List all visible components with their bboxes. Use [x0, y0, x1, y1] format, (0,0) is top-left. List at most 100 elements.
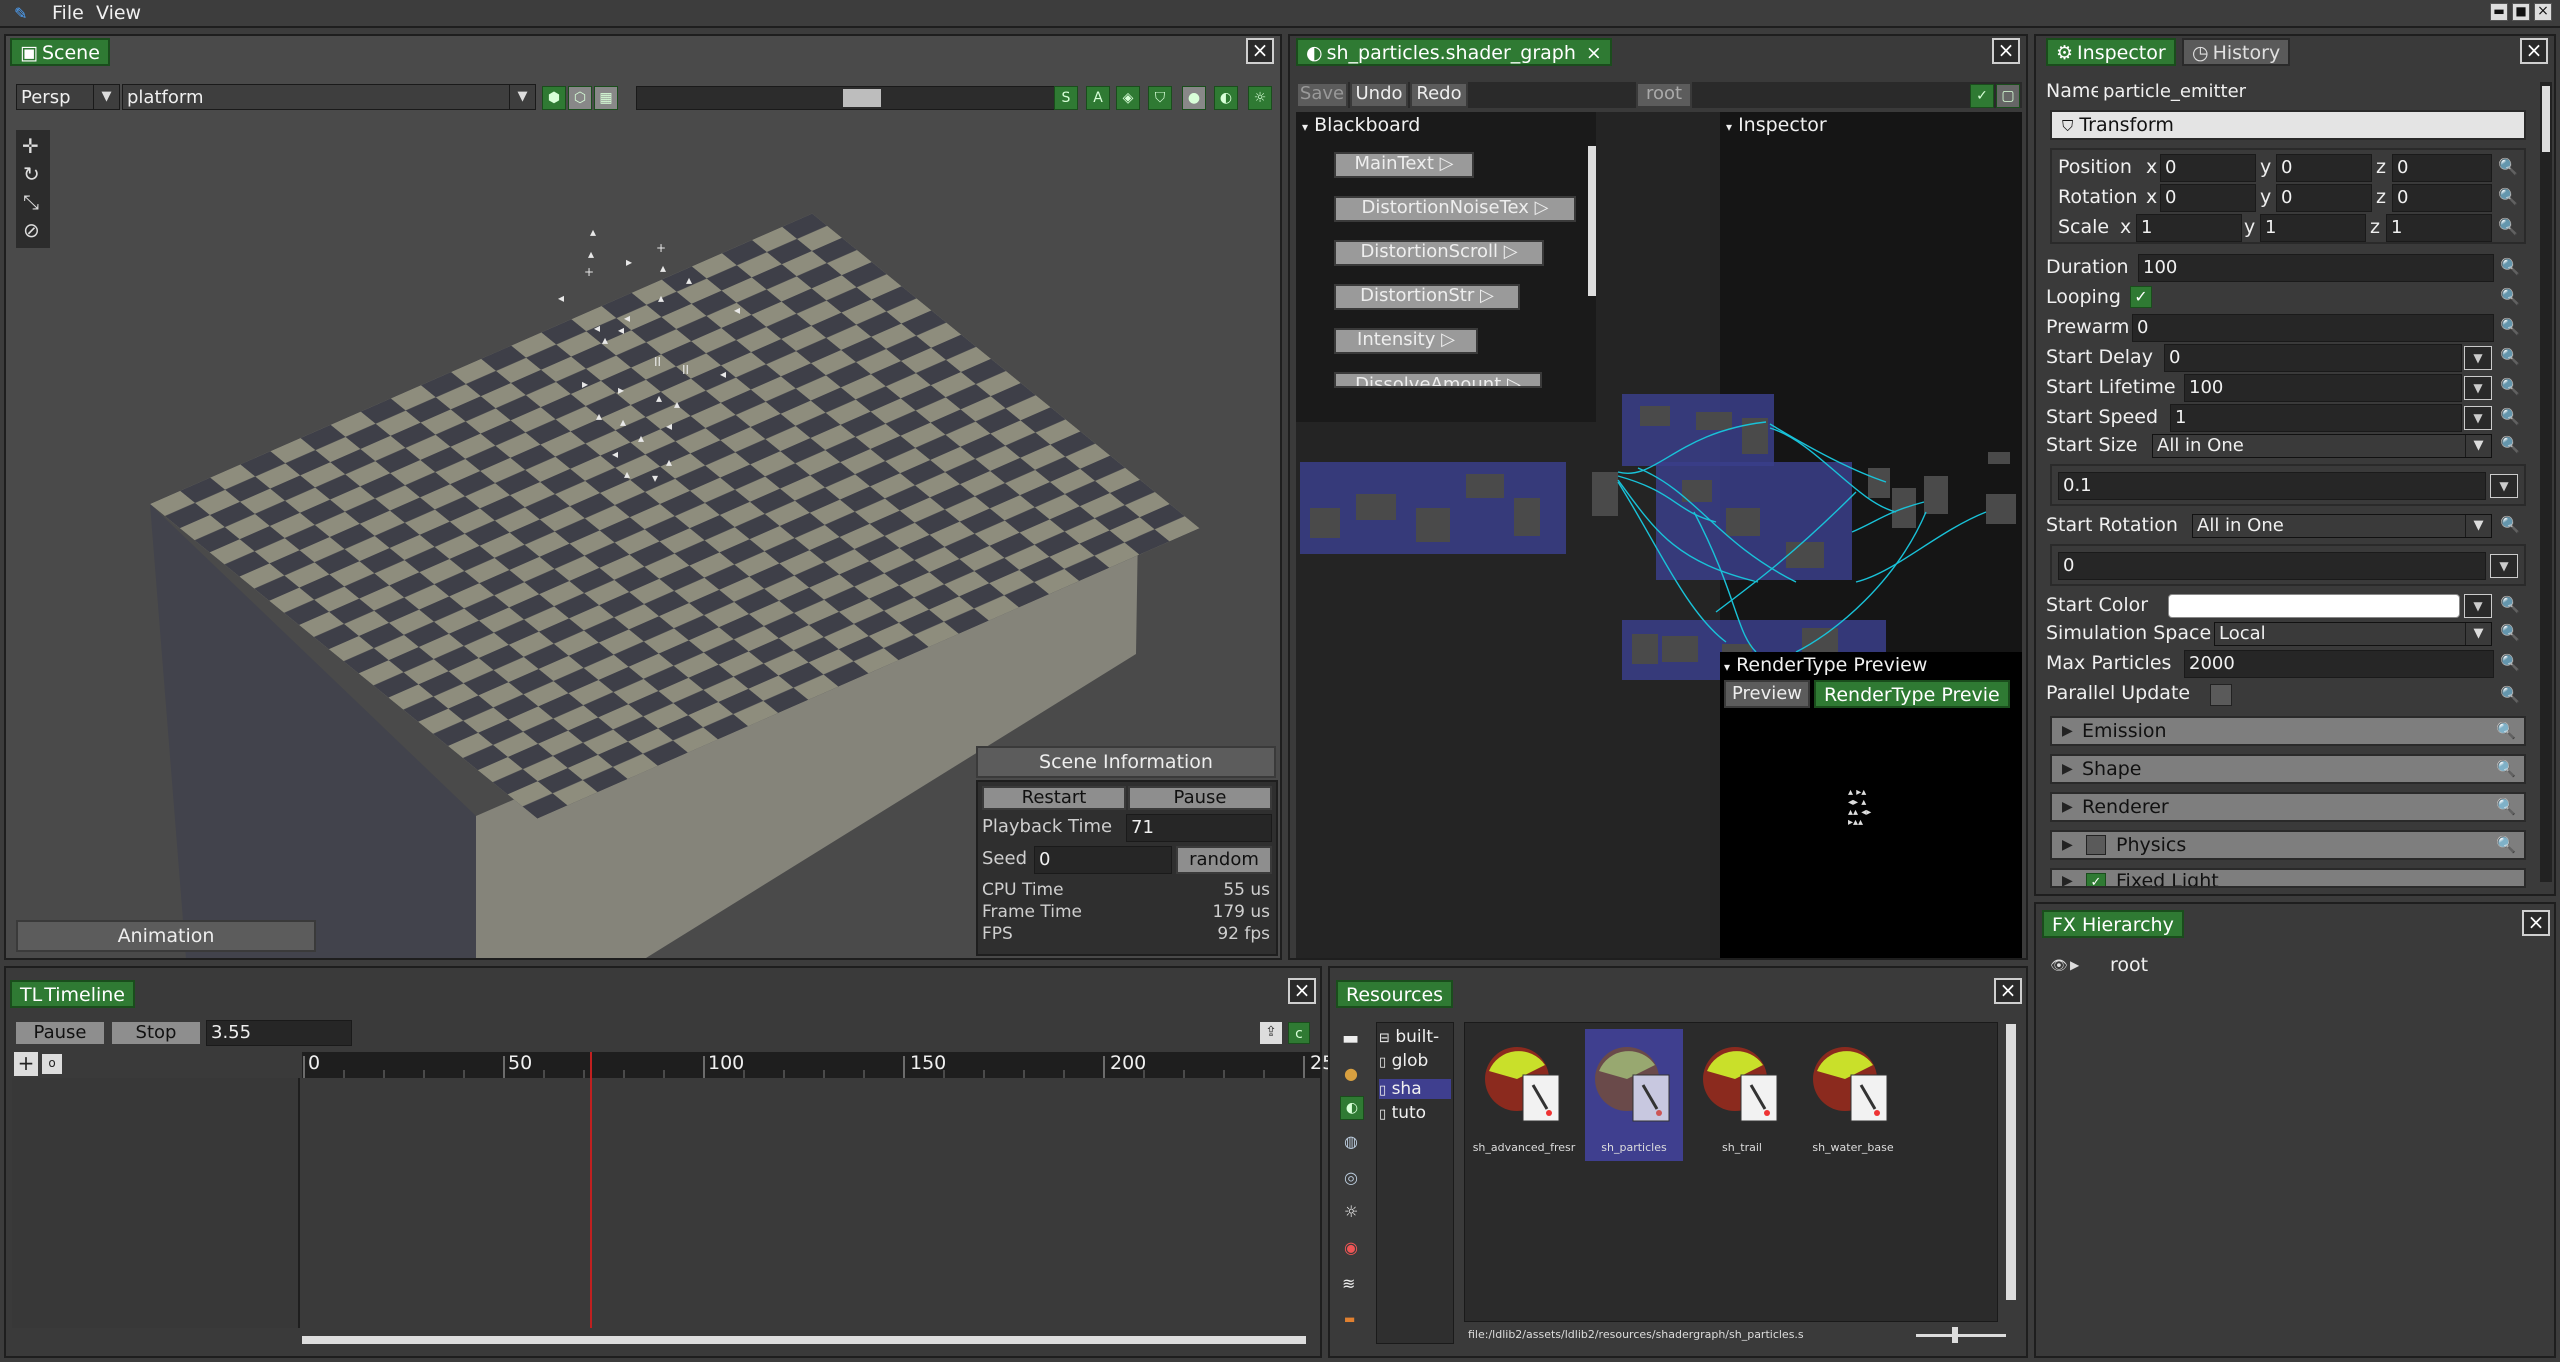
timeline-close-button[interactable]: ×: [1288, 978, 1316, 1004]
tab-history[interactable]: ◷ History: [2182, 38, 2291, 66]
camera-mode-select[interactable]: Persp ▼: [16, 84, 120, 110]
max-particles-field[interactable]: 2000: [2184, 650, 2494, 678]
search-icon[interactable]: 🔍: [2496, 722, 2516, 740]
tab-fx-hierarchy[interactable]: FX Hierarchy: [2042, 910, 2184, 938]
tab-inspector[interactable]: ⚙ Inspector: [2046, 38, 2176, 66]
redo-button[interactable]: Redo: [1410, 82, 1468, 108]
pause-button[interactable]: Pause: [1128, 786, 1272, 810]
start-speed-field[interactable]: 1: [2170, 404, 2462, 432]
start-size-field[interactable]: 0.1: [2058, 472, 2486, 500]
start-speed-dropdown[interactable]: ▼: [2464, 406, 2492, 430]
menu-file[interactable]: File: [52, 2, 84, 24]
search-icon[interactable]: 🔍: [2500, 596, 2520, 614]
triangle-right-icon[interactable]: ▶: [2070, 958, 2079, 972]
restart-button[interactable]: Restart: [982, 786, 1126, 810]
start-delay-field[interactable]: 0: [2164, 344, 2462, 372]
save-button[interactable]: Save: [1296, 82, 1348, 108]
resource-item[interactable]: sh_advanced_fresr: [1469, 1029, 1579, 1161]
tab-render-type-preview[interactable]: RenderType Previe: [1814, 680, 2010, 708]
tab-scene[interactable]: ▣ Scene: [10, 38, 110, 66]
material-icon[interactable]: ◎: [1344, 1168, 1358, 1187]
window-close-button[interactable]: ×: [2534, 3, 2552, 21]
physics-section[interactable]: ▶ Physics 🔍: [2050, 830, 2526, 860]
search-icon[interactable]: 🔍: [2500, 408, 2520, 426]
refresh-icon[interactable]: c: [1288, 1022, 1310, 1044]
zoom-slider[interactable]: [1916, 1327, 2006, 1343]
timeline-stop-button[interactable]: Stop: [110, 1020, 202, 1046]
start-size-dropdown[interactable]: ▼: [2490, 474, 2518, 498]
search-icon[interactable]: 🔍: [2500, 348, 2520, 366]
search-icon[interactable]: 🔍: [2500, 516, 2520, 534]
timeline-playhead[interactable]: [590, 1052, 592, 1328]
snap-a-icon[interactable]: A: [1086, 86, 1110, 110]
resources-close-button[interactable]: ×: [1994, 978, 2022, 1004]
position-z-field[interactable]: 0: [2392, 154, 2492, 182]
emission-section[interactable]: ▶ Emission 🔍: [2050, 716, 2526, 746]
light-icon[interactable]: ☼: [1344, 1202, 1358, 1221]
fullscreen-icon[interactable]: ▢: [1996, 84, 2020, 108]
simulation-space-select[interactable]: Local ▼: [2214, 622, 2492, 646]
inspector-scrollbar[interactable]: [2540, 82, 2552, 882]
renderer-section[interactable]: ▶ Renderer 🔍: [2050, 792, 2526, 822]
resource-item-selected[interactable]: sh_particles: [1585, 1029, 1683, 1161]
slider-handle[interactable]: [1952, 1327, 1958, 1343]
start-rotation-field[interactable]: 0: [2058, 552, 2486, 580]
fixed-light-checkbox[interactable]: ✓: [2086, 873, 2106, 886]
cube-wire-icon[interactable]: ⬡: [568, 86, 592, 110]
search-icon[interactable]: 🔍: [2500, 624, 2520, 642]
texture-icon[interactable]: ●: [1344, 1064, 1358, 1083]
shader-icon[interactable]: ◐: [1340, 1096, 1364, 1120]
tab-timeline[interactable]: TL Timeline: [10, 980, 135, 1008]
model-icon[interactable]: ◍: [1344, 1132, 1358, 1151]
rotation-x-field[interactable]: 0: [2160, 184, 2256, 212]
curve-icon[interactable]: ≋: [1342, 1274, 1355, 1293]
search-icon[interactable]: 🔍: [2496, 836, 2516, 854]
playback-time-field[interactable]: 71: [1126, 814, 1272, 842]
resource-grid-scrollbar[interactable]: [2006, 1024, 2016, 1300]
duration-field[interactable]: 100: [2138, 254, 2494, 282]
shader-panel-close-button[interactable]: ×: [1992, 38, 2020, 64]
scene-close-button[interactable]: ×: [1246, 38, 1274, 64]
shield-icon[interactable]: ⛉: [1148, 86, 1172, 110]
start-delay-dropdown[interactable]: ▼: [2464, 346, 2492, 370]
color-icon[interactable]: ◉: [1344, 1238, 1358, 1257]
rotation-z-field[interactable]: 0: [2392, 184, 2492, 212]
start-color-swatch[interactable]: [2168, 594, 2460, 618]
start-lifetime-dropdown[interactable]: ▼: [2464, 376, 2492, 400]
physics-checkbox[interactable]: [2086, 835, 2106, 855]
snap-s-icon[interactable]: S: [1054, 86, 1078, 110]
graph-canvas[interactable]: ▾ Blackboard MainText ▷ DistortionNoiseT…: [1296, 112, 2022, 958]
parallel-update-checkbox[interactable]: [2210, 684, 2232, 706]
scene-toolbar-slider[interactable]: [636, 86, 1056, 110]
timeline-scrollbar[interactable]: [302, 1336, 1306, 1344]
scale-y-field[interactable]: 1: [2260, 214, 2366, 242]
gradient-icon[interactable]: ▬: [1344, 1312, 1355, 1326]
resource-item[interactable]: sh_water_base: [1801, 1029, 1905, 1161]
search-icon[interactable]: 🔍: [2498, 158, 2518, 176]
tree-item[interactable]: ▯ tuto: [1379, 1103, 1426, 1123]
search-icon[interactable]: 🔍: [2496, 798, 2516, 816]
position-y-field[interactable]: 0: [2276, 154, 2372, 182]
export-icon[interactable]: ⇪: [1260, 1022, 1282, 1044]
cube-shaded-icon[interactable]: ▦: [594, 86, 618, 110]
close-icon[interactable]: ×: [1586, 42, 1602, 64]
timeline-time-field[interactable]: 3.55: [206, 1020, 352, 1046]
tab-shader-graph[interactable]: ◐ sh_particles.shader_graph ×: [1296, 38, 1612, 66]
inspector-close-button[interactable]: ×: [2520, 38, 2548, 64]
rotation-y-field[interactable]: 0: [2276, 184, 2372, 212]
folder-icon[interactable]: ▬: [1342, 1028, 1359, 1049]
search-icon[interactable]: 🔍: [2500, 436, 2520, 454]
root-breadcrumb[interactable]: root: [1636, 82, 1692, 108]
search-icon[interactable]: 🔍: [2498, 218, 2518, 236]
search-icon[interactable]: 🔍: [2498, 188, 2518, 206]
resource-item[interactable]: sh_trail: [1693, 1029, 1791, 1161]
timeline-pause-button[interactable]: Pause: [14, 1020, 106, 1046]
search-icon[interactable]: 🔍: [2500, 686, 2520, 704]
fixed-light-section[interactable]: ▶ ✓ Fixed Light: [2050, 868, 2526, 888]
window-maximize-button[interactable]: ■: [2512, 3, 2530, 21]
add-track-button[interactable]: +: [14, 1052, 38, 1076]
search-icon[interactable]: 🔍: [2500, 378, 2520, 396]
search-icon[interactable]: 🔍: [2496, 760, 2516, 778]
search-icon[interactable]: 🔍: [2500, 258, 2520, 276]
transform-header[interactable]: ⛉ Transform: [2050, 110, 2526, 140]
